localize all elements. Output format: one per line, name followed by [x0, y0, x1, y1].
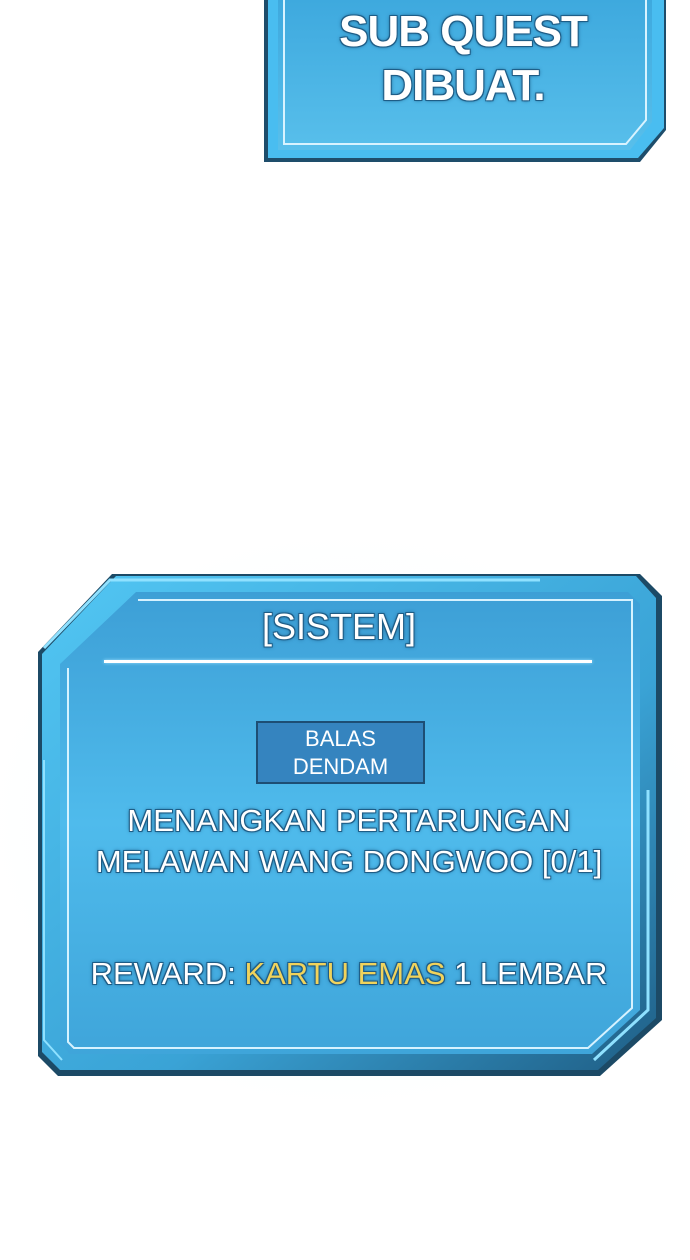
quest-description-line1: MENANGKAN PERTARUNGAN — [127, 803, 571, 838]
reward-amount: 1 LEMBAR — [454, 956, 608, 991]
quest-type-badge: BALAS DENDAM — [256, 721, 425, 784]
title-divider — [104, 660, 592, 663]
sub-quest-line1: SUB QUEST — [339, 7, 588, 56]
badge-line2: DENDAM — [292, 753, 389, 779]
badge-line1: BALAS — [305, 725, 376, 751]
reward-item: KARTU EMAS — [244, 956, 446, 991]
reward-line: REWARD: KARTU EMAS 1 LEMBAR — [60, 954, 638, 994]
reward-label: REWARD: — [90, 956, 236, 991]
system-title: [SISTEM] — [261, 606, 417, 647]
sub-quest-line2: DIBUAT. — [381, 61, 545, 110]
quest-description-line2: MELAWAN WANG DONGWOO [0/1] — [95, 844, 603, 879]
